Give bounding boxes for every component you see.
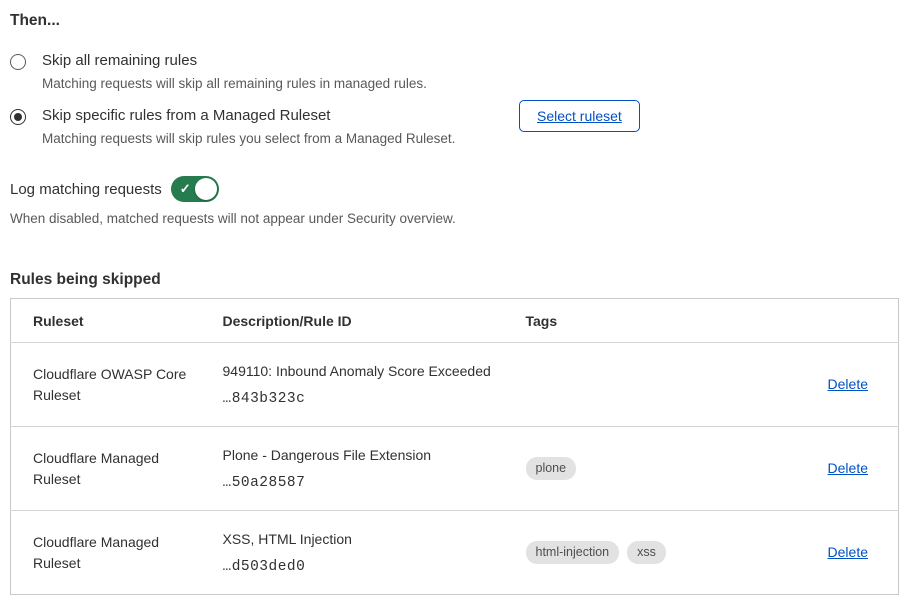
- tags-cell: html-injection xss: [526, 511, 774, 595]
- option-body: Skip specific rules from a Managed Rules…: [42, 107, 455, 147]
- checkmark-icon: ✓: [180, 180, 191, 198]
- select-ruleset-button[interactable]: Select ruleset: [519, 100, 640, 132]
- column-header-tags: Tags: [526, 299, 774, 343]
- tag-pill: xss: [627, 541, 666, 564]
- option-description: Matching requests will skip all remainin…: [42, 76, 427, 92]
- option-description: Matching requests will skip rules you se…: [42, 131, 455, 147]
- radio-button-unselected[interactable]: [10, 54, 26, 70]
- rules-table-body: Cloudflare OWASP Core Ruleset 949110: In…: [11, 343, 899, 595]
- ruleset-cell: Cloudflare Managed Ruleset: [11, 511, 223, 595]
- table-row: Cloudflare Managed Ruleset Plone - Dange…: [11, 427, 899, 511]
- tags-cell: plone: [526, 427, 774, 511]
- column-header-ruleset: Ruleset: [11, 299, 223, 343]
- toggle-knob: [195, 178, 217, 200]
- rule-id: …50a28587: [223, 475, 526, 491]
- rule-id: …843b323c: [223, 391, 526, 407]
- column-header-description: Description/Rule ID: [223, 299, 526, 343]
- delete-link[interactable]: Delete: [828, 376, 868, 392]
- radio-button-selected[interactable]: [10, 109, 26, 125]
- rules-being-skipped-table: Ruleset Description/Rule ID Tags Cloudfl…: [10, 298, 899, 595]
- table-row: Cloudflare OWASP Core Ruleset 949110: In…: [11, 343, 899, 427]
- ruleset-cell: Cloudflare OWASP Core Ruleset: [11, 343, 223, 427]
- ruleset-name: Cloudflare Managed Ruleset: [33, 532, 198, 574]
- log-toggle-switch[interactable]: ✓: [171, 176, 219, 202]
- option-body: Skip all remaining rules Matching reques…: [42, 52, 427, 92]
- log-matching-requests-row: Log matching requests ✓: [10, 176, 899, 202]
- action-cell: Delete: [774, 343, 899, 427]
- rule-id: …d503ded0: [223, 559, 526, 575]
- rule-description: 949110: Inbound Anomaly Score Exceeded: [223, 363, 526, 380]
- ruleset-name: Cloudflare OWASP Core Ruleset: [33, 364, 198, 406]
- log-toggle-help-text: When disabled, matched requests will not…: [10, 211, 899, 227]
- rule-description: XSS, HTML Injection: [223, 531, 526, 548]
- column-header-actions: [774, 299, 899, 343]
- option-label: Skip specific rules from a Managed Rules…: [42, 107, 455, 125]
- action-cell: Delete: [774, 427, 899, 511]
- delete-link[interactable]: Delete: [828, 460, 868, 476]
- tag-pill: plone: [526, 457, 577, 480]
- description-cell: Plone - Dangerous File Extension …50a285…: [223, 427, 526, 511]
- rules-table-title: Rules being skipped: [10, 271, 899, 289]
- delete-link[interactable]: Delete: [828, 544, 868, 560]
- waf-rule-config-panel: Then... Skip all remaining rules Matchin…: [0, 0, 911, 614]
- action-cell: Delete: [774, 511, 899, 595]
- then-section-title: Then...: [10, 12, 899, 30]
- option-skip-specific-rules[interactable]: Skip specific rules from a Managed Rules…: [10, 107, 899, 147]
- ruleset-name: Cloudflare Managed Ruleset: [33, 448, 198, 490]
- ruleset-cell: Cloudflare Managed Ruleset: [11, 427, 223, 511]
- table-row: Cloudflare Managed Ruleset XSS, HTML Inj…: [11, 511, 899, 595]
- option-label: Skip all remaining rules: [42, 52, 427, 70]
- description-cell: 949110: Inbound Anomaly Score Exceeded ……: [223, 343, 526, 427]
- rule-description: Plone - Dangerous File Extension: [223, 447, 526, 464]
- log-toggle-label: Log matching requests: [10, 181, 162, 198]
- table-header-row: Ruleset Description/Rule ID Tags: [11, 299, 899, 343]
- tag-pill: html-injection: [526, 541, 620, 564]
- option-skip-all-rules[interactable]: Skip all remaining rules Matching reques…: [10, 52, 899, 92]
- tags-cell: [526, 343, 774, 427]
- description-cell: XSS, HTML Injection …d503ded0: [223, 511, 526, 595]
